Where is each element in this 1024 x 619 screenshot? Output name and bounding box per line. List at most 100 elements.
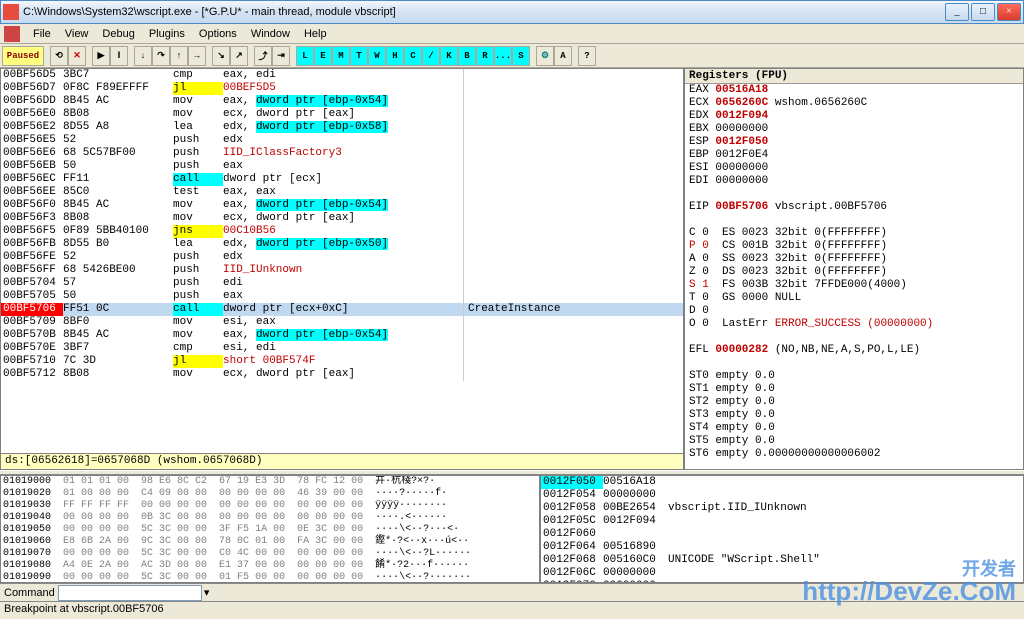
step-into-button[interactable]: ↓ [134,46,152,66]
register-ecx[interactable]: ECX 0656260C wshom.0656260C [685,97,1023,110]
register-ebp[interactable]: EBP 0012F0E4 [685,149,1023,162]
flag-line[interactable]: A 0 SS 0023 32bit 0(FFFFFFFF) [685,253,1023,266]
dump-row[interactable]: 01019090 00 00 00 00 5C 3C 00 00 01 F5 0… [1,572,539,583]
view-s-button[interactable]: S [512,46,530,66]
disasm-row[interactable]: 00BF57098BF0movesi, eax [1,316,683,329]
flag-line[interactable]: T 0 GS 0000 NULL [685,292,1023,305]
disasm-row[interactable]: 00BF56F50F89 5BB40100jns00C10B56 [1,225,683,238]
flag-line[interactable]: C 0 ES 0023 32bit 0(FFFFFFFF) [685,227,1023,240]
disasm-row[interactable]: 00BF56F08B45 ACmoveax, dword ptr [ebp-0x… [1,199,683,212]
appearance-button[interactable]: A [554,46,572,66]
disasm-row[interactable]: 00BF56FE52pushedx [1,251,683,264]
view-t-button[interactable]: T [350,46,368,66]
stack-row[interactable]: 0012F06C00000000 [541,567,1023,580]
restart-button[interactable]: ⟲ [50,46,68,66]
disasm-row[interactable]: 00BF570457pushedi [1,277,683,290]
register-eax[interactable]: EAX 00516A18 [685,84,1023,97]
view-h-button[interactable]: H [386,46,404,66]
disasm-row[interactable]: 00BF56FF68 5426BE00pushIID_IUnknown [1,264,683,277]
view-w-button[interactable]: W [368,46,386,66]
execute-till-return-button[interactable]: ⤴ [254,46,272,66]
register-edx[interactable]: EDX 0012F094 [685,110,1023,123]
register-edi[interactable]: EDI 00000000 [685,175,1023,188]
stack-row[interactable]: 0012F060 [541,528,1023,541]
memory-dump-view[interactable]: 01019000 01 01 01 00 98 E6 8C C2 67 19 E… [0,475,540,583]
trace-into-button[interactable]: ↘ [212,46,230,66]
flag-line[interactable]: Z 0 DS 0023 32bit 0(FFFFFFFF) [685,266,1023,279]
view-/-button[interactable]: / [422,46,440,66]
view-k-button[interactable]: K [440,46,458,66]
view-c-button[interactable]: C [404,46,422,66]
fpu-register[interactable]: ST5 empty 0.0 [685,435,1023,448]
menu-help[interactable]: Help [297,26,334,42]
stack-row[interactable]: 0012F06400516890 [541,541,1023,554]
disasm-row[interactable]: 00BF56E28D55 A8leaedx, dword ptr [ebp-0x… [1,121,683,134]
close-debuggee-button[interactable]: ✕ [68,46,86,66]
view-e-button[interactable]: E [314,46,332,66]
menu-window[interactable]: Window [244,26,297,42]
disasm-row[interactable]: 00BF56D53BC7cmpeax, edi [1,69,683,82]
command-input[interactable] [58,585,202,601]
disasm-row[interactable]: 00BF56DD8B45 ACmoveax, dword ptr [ebp-0x… [1,95,683,108]
disasm-row[interactable]: 00BF56EB50pusheax [1,160,683,173]
view-l-button[interactable]: L [296,46,314,66]
dump-row[interactable]: 01019030 FF FF FF FF 00 00 00 00 00 00 0… [1,500,539,512]
dump-row[interactable]: 01019070 00 00 00 00 5C 3C 00 00 C0 4C 0… [1,548,539,560]
dump-row[interactable]: 01019020 01 00 00 00 C4 09 00 00 00 00 0… [1,488,539,500]
disasm-row[interactable]: 00BF57107C 3Djlshort 00BF574F [1,355,683,368]
stack-row[interactable]: 0012F05800BE2654vbscript.IID_IUnknown [541,502,1023,515]
maximize-button[interactable]: □ [971,3,995,21]
disasm-row[interactable]: 00BF570E3BF7cmpesi, edi [1,342,683,355]
pause-button[interactable]: ‖ [110,46,128,66]
dump-row[interactable]: 01019050 00 00 00 00 5C 3C 00 00 3F F5 1… [1,524,539,536]
register-ebx[interactable]: EBX 00000000 [685,123,1023,136]
fpu-register[interactable]: ST3 empty 0.0 [685,409,1023,422]
disassembly-view[interactable]: 00BF56D53BC7cmpeax, edi00BF56D70F8C F89E… [1,69,683,453]
menu-plugins[interactable]: Plugins [142,26,192,42]
stack-row[interactable]: 0012F05000516A18 [541,476,1023,489]
menu-debug[interactable]: Debug [95,26,141,42]
view-b-button[interactable]: B [458,46,476,66]
minimize-button[interactable]: _ [945,3,969,21]
fpu-register[interactable]: ST4 empty 0.0 [685,422,1023,435]
view-m-button[interactable]: M [332,46,350,66]
disasm-row[interactable]: 00BF56E668 5C57BF00pushIID_IClassFactory… [1,147,683,160]
disasm-row[interactable]: 00BF570B8B45 ACmoveax, dword ptr [ebp-0x… [1,329,683,342]
stack-row[interactable]: 0012F068005160C0UNICODE "WScript.Shell" [541,554,1023,567]
flag-line[interactable]: P 0 CS 001B 32bit 0(FFFFFFFF) [685,240,1023,253]
disasm-row[interactable]: 00BF56FB8D55 B0leaedx, dword ptr [ebp-0x… [1,238,683,251]
fpu-register[interactable]: ST6 empty 0.00000000000006002 [685,448,1023,461]
view-r-button[interactable]: R [476,46,494,66]
menu-file[interactable]: File [26,26,58,42]
menu-view[interactable]: View [58,26,96,42]
stack-view[interactable]: 0012F05000516A180012F054000000000012F058… [540,475,1024,583]
run-to-button[interactable]: → [188,46,206,66]
step-out-button[interactable]: ↑ [170,46,188,66]
disasm-row[interactable]: 00BF56EE85C0testeax, eax [1,186,683,199]
command-dropdown-icon[interactable]: ▾ [204,586,210,599]
dump-row[interactable]: 01019000 01 01 01 00 98 E6 8C C2 67 19 E… [1,476,539,488]
disasm-row[interactable]: 00BF5706FF51 0Ccalldword ptr [ecx+0xC]Cr… [1,303,683,316]
disasm-row[interactable]: 00BF56D70F8C F89EFFFFjl00BEF5D5 [1,82,683,95]
disasm-row[interactable]: 00BF57128B08movecx, dword ptr [eax] [1,368,683,381]
flag-line[interactable]: O 0 LastErr ERROR_SUCCESS (00000000) [685,318,1023,331]
disasm-row[interactable]: 00BF570550pusheax [1,290,683,303]
register-eip[interactable]: EIP 00BF5706 vbscript.00BF5706 [685,201,1023,214]
fpu-register[interactable]: ST0 empty 0.0 [685,370,1023,383]
registers-pane[interactable]: Registers (FPU) EAX 00516A18 ECX 0656260… [684,68,1024,470]
stack-row[interactable]: 0012F05400000000 [541,489,1023,502]
register-esi[interactable]: ESI 00000000 [685,162,1023,175]
run-button[interactable]: ▶ [92,46,110,66]
goto-button[interactable]: ⇥ [272,46,290,66]
stack-row[interactable]: 0012F07000000000 [541,580,1023,583]
dump-row[interactable]: 01019040 00 00 00 00 0B 3C 00 00 00 00 0… [1,512,539,524]
dump-row[interactable]: 01019060 E8 6B 2A 00 9C 3C 00 00 78 0C 0… [1,536,539,548]
disasm-row[interactable]: 00BF56ECFF11calldword ptr [ecx] [1,173,683,186]
disasm-row[interactable]: 00BF56E552pushedx [1,134,683,147]
disasm-row[interactable]: 00BF56F38B08movecx, dword ptr [eax] [1,212,683,225]
trace-over-button[interactable]: ↗ [230,46,248,66]
disasm-row[interactable]: 00BF56E08B08movecx, dword ptr [eax] [1,108,683,121]
view-...-button[interactable]: ... [494,46,512,66]
close-button[interactable]: × [997,3,1021,21]
fpu-register[interactable]: ST1 empty 0.0 [685,383,1023,396]
